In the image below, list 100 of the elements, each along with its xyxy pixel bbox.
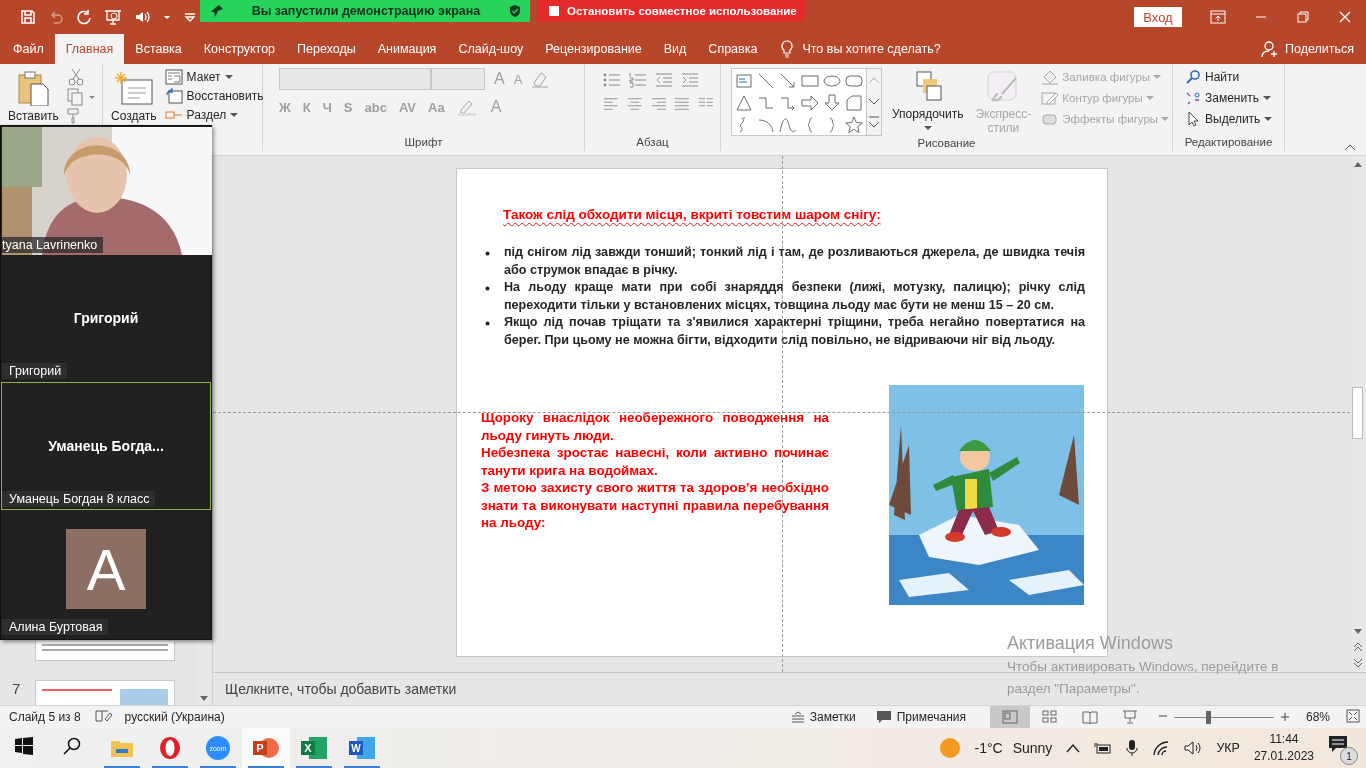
textbox-icon[interactable] — [735, 72, 753, 90]
accessibility-icon[interactable] — [94, 708, 113, 723]
ribbon-tab[interactable]: Переходы — [286, 34, 367, 64]
reset-icon — [164, 88, 183, 104]
caret-icon — [1145, 94, 1154, 102]
ribbon-tab[interactable]: Вставка — [124, 34, 193, 64]
comment-icon — [875, 710, 892, 724]
input-language[interactable]: УКР — [1216, 741, 1240, 755]
line-icon[interactable] — [757, 72, 775, 90]
bullet-icon — [485, 251, 490, 256]
fit-slide-icon[interactable] — [1346, 708, 1360, 723]
justify-icon[interactable] — [674, 96, 691, 112]
ribbon-tab[interactable]: Главная — [54, 34, 125, 64]
new-slide-button[interactable]: Создать — [109, 68, 159, 151]
zoom-slider[interactable] — [1173, 710, 1274, 724]
align-center-icon[interactable] — [626, 96, 643, 112]
next-slide-icon[interactable] — [1353, 658, 1363, 669]
align-left-icon[interactable] — [603, 96, 619, 112]
clock[interactable]: 11:44 27.01.2023 — [1253, 731, 1314, 765]
share-button[interactable]: Поделиться — [1284, 42, 1354, 56]
notification-icon[interactable] — [1328, 735, 1348, 753]
sign-in-button[interactable]: Вход — [1134, 7, 1182, 27]
temperature[interactable]: -1°C — [974, 740, 1003, 756]
pin-icon[interactable] — [210, 4, 224, 18]
comments-button[interactable]: Примечания — [875, 710, 966, 724]
collapse-ribbon-icon[interactable] — [1344, 143, 1356, 151]
editing-command[interactable]: Найти — [1185, 68, 1278, 86]
previous-slide-icon[interactable] — [1353, 642, 1363, 653]
ribbon-tab[interactable]: Слайд-шоу — [447, 34, 535, 64]
numbering-icon[interactable] — [629, 72, 647, 88]
taskbar-app[interactable]: X — [290, 728, 338, 768]
undo-icon[interactable] — [48, 9, 64, 25]
person-add-icon[interactable] — [1260, 40, 1279, 58]
arc-icon[interactable] — [757, 116, 775, 134]
close-icon[interactable] — [1338, 10, 1352, 24]
stop-share-button[interactable]: Остановить совместное использование — [537, 0, 805, 22]
ribbon-display-icon[interactable] — [1210, 10, 1226, 24]
triangle-icon[interactable] — [735, 94, 753, 112]
zoom-level[interactable]: 68% — [1305, 710, 1330, 724]
rounded-rectangle-icon[interactable] — [845, 72, 863, 90]
chevron-up-icon[interactable] — [1066, 743, 1081, 753]
view-button[interactable] — [989, 706, 1030, 728]
windows-start-icon[interactable] — [15, 737, 33, 755]
ribbon-tab[interactable]: Справка — [697, 34, 769, 64]
outdent-icon[interactable] — [655, 72, 673, 88]
presenter-icon[interactable] — [104, 9, 122, 25]
slide-heading: Також слід обходити місця, вкриті товстим шаром снігу: — [503, 207, 882, 222]
bullet-text: під снігом лід завжди тонший; тонкий лід і там, де розливаються джерела, де швидка течія або струмок впадає в річку. — [504, 244, 1085, 279]
save-icon[interactable] — [20, 9, 36, 25]
editing-command[interactable]: Заменить — [1185, 89, 1278, 107]
ellipse-icon[interactable] — [823, 72, 841, 90]
volume-icon[interactable] — [1184, 740, 1203, 756]
format-painter-icon[interactable] — [66, 108, 81, 124]
ribbon-tab[interactable]: Анимация — [366, 34, 448, 64]
copy-icon[interactable] — [66, 88, 97, 106]
arrange-button[interactable]: Упорядочить — [890, 68, 966, 137]
caret-icon — [230, 111, 239, 119]
taskbar-app[interactable]: W — [338, 728, 386, 768]
speaker-icon[interactable] — [134, 9, 150, 25]
reset-button[interactable]: Восстановить — [164, 87, 264, 105]
curve-icon[interactable] — [779, 116, 797, 134]
zoom-in-icon[interactable] — [1279, 712, 1290, 722]
restore-icon[interactable] — [1296, 10, 1310, 24]
notes-field[interactable]: Щелкните, чтобы добавить заметки — [225, 681, 457, 698]
scroll-up-icon[interactable] — [1353, 160, 1363, 168]
weather-condition[interactable]: Sunny — [1012, 740, 1053, 756]
notes-button[interactable]: Заметки — [790, 710, 856, 724]
editing-command[interactable]: Выделить — [1185, 110, 1278, 128]
scrollbar-thumb[interactable] — [1352, 387, 1363, 439]
scissors-icon[interactable] — [66, 68, 85, 86]
wifi-icon[interactable] — [1152, 740, 1171, 756]
align-right-icon[interactable] — [650, 96, 667, 112]
arrow-icon[interactable] — [779, 72, 797, 90]
pencil-icon — [1041, 90, 1060, 106]
star-icon[interactable] — [845, 116, 863, 134]
section-button[interactable]: Раздел — [164, 106, 264, 124]
bullets-icon[interactable] — [603, 72, 621, 88]
taskbar-app[interactable]: P — [242, 728, 290, 768]
slide-thumbnail[interactable] — [35, 641, 175, 661]
shape-gallery[interactable] — [731, 68, 867, 136]
ribbon-tab[interactable]: Конструктор — [192, 34, 287, 64]
ribbon-tab[interactable]: Рецензирование — [534, 34, 653, 64]
paint-bucket-icon — [1041, 69, 1060, 85]
search-icon[interactable] — [63, 737, 81, 755]
language-indicator[interactable]: русский (Украина) — [124, 710, 225, 724]
participant-title: Уманець Богда... — [48, 438, 164, 454]
down-arrow-icon[interactable] — [823, 94, 841, 112]
layout-button[interactable]: Макет — [164, 68, 264, 86]
bullet-icon — [485, 286, 490, 291]
right-arrow-icon[interactable] — [801, 94, 819, 112]
microphone-icon[interactable] — [1126, 739, 1139, 757]
lightbulb-icon[interactable] — [780, 40, 795, 58]
redo-icon[interactable] — [76, 9, 92, 25]
ribbon-tab[interactable]: Вид — [652, 34, 698, 64]
ribbon-tab[interactable]: Файл — [2, 34, 55, 64]
tell-me-field[interactable]: Что вы хотите сделать? — [802, 42, 941, 56]
caret-icon — [923, 124, 932, 132]
indent-icon[interactable] — [681, 72, 699, 88]
battery-icon[interactable] — [1094, 741, 1113, 755]
caret-icon — [224, 73, 233, 81]
